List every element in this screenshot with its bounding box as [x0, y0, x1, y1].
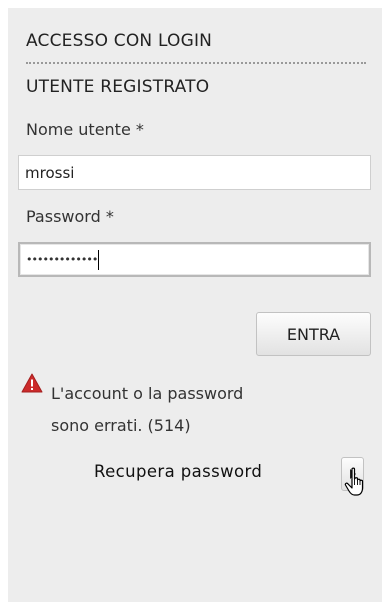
username-label: Nome utente * — [26, 120, 144, 139]
recover-password-link[interactable]: Recupera password — [94, 462, 262, 481]
login-title: ACCESSO CON LOGIN — [26, 31, 213, 51]
error-message: L'account o la password sono errati. (51… — [51, 378, 351, 442]
username-value: mrossi — [25, 163, 75, 182]
password-input[interactable]: ••••••••••••• — [18, 242, 371, 277]
error-message-line-1: L'account o la password — [51, 384, 244, 403]
username-input[interactable]: mrossi — [18, 155, 371, 190]
login-submit-button[interactable]: ENTRA — [256, 312, 371, 356]
text-caret — [98, 249, 100, 270]
warning-triangle-icon — [21, 373, 43, 393]
password-label: Password * — [26, 207, 114, 226]
registered-user-heading: UTENTE REGISTRATO — [26, 77, 210, 97]
title-divider — [26, 62, 366, 64]
error-message-line-2: sono errati. (514) — [51, 416, 191, 435]
hand-pointer-icon — [344, 467, 364, 496]
password-mask: ••••••••••••• — [26, 253, 98, 266]
login-panel — [8, 8, 382, 602]
